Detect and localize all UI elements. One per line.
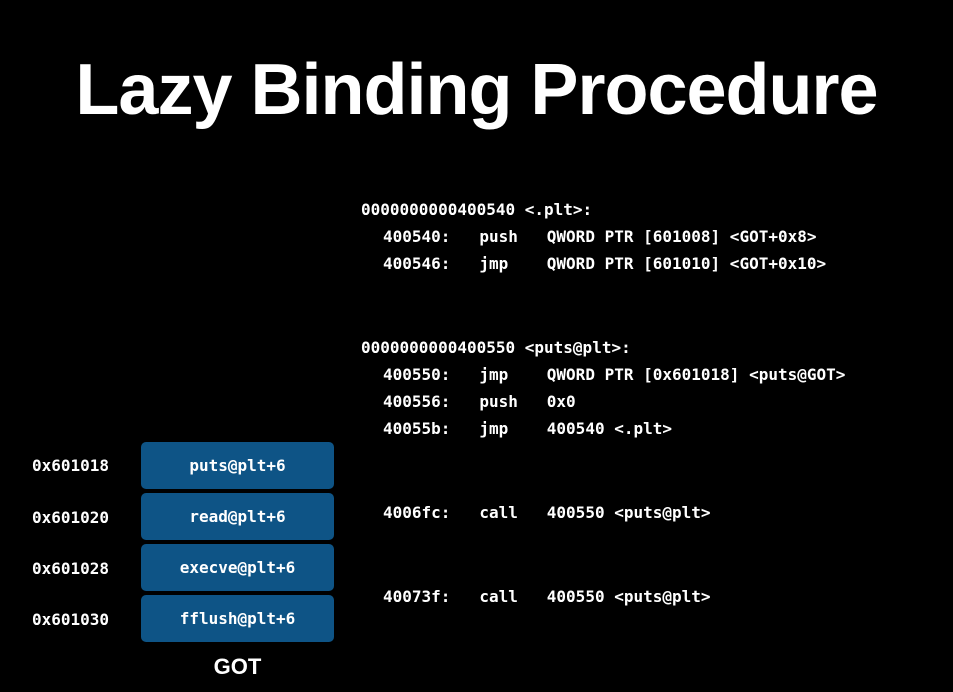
assembly-listing: 0000000000400540 <.plt>: 400540: push QW… xyxy=(361,196,845,606)
asm-address: 4006fc: xyxy=(383,503,451,522)
asm-opcode: push xyxy=(479,392,518,411)
asm-address: 40073f: xyxy=(383,587,451,606)
asm-call-line: 40073f: call 400550 <puts@plt> xyxy=(361,583,711,610)
asm-line: 400540: push QWORD PTR [601008] <GOT+0x8… xyxy=(361,223,817,250)
got-entry-cell: puts@plt+6 xyxy=(141,442,334,489)
asm-opcode: jmp xyxy=(479,365,509,384)
asm-address: 400556: xyxy=(383,392,451,411)
asm-operands: 0x0 xyxy=(546,392,576,411)
asm-operands: 400550 <puts@plt> xyxy=(546,503,711,522)
got-entry-address: 0x601018 xyxy=(32,456,110,475)
asm-operands: 400550 <puts@plt> xyxy=(546,587,711,606)
asm-address: 400550: xyxy=(383,365,451,384)
asm-call-line: 4006fc: call 400550 <puts@plt> xyxy=(361,499,711,526)
asm-operands: QWORD PTR [601008] <GOT+0x8> xyxy=(546,227,817,246)
asm-line: 400550: jmp QWORD PTR [0x601018] <puts@G… xyxy=(361,361,845,388)
plt-section-header: 0000000000400540 <.plt>: xyxy=(361,200,593,219)
got-entry-cell: fflush@plt+6 xyxy=(141,595,334,642)
asm-address: 400546: xyxy=(383,254,451,273)
asm-line: 400556: push 0x0 xyxy=(361,388,576,415)
asm-address: 40055b: xyxy=(383,419,451,438)
asm-opcode: call xyxy=(479,587,518,606)
asm-line: 400546: jmp QWORD PTR [601010] <GOT+0x10… xyxy=(361,250,826,277)
asm-opcode: jmp xyxy=(479,254,509,273)
got-entry-cell: read@plt+6 xyxy=(141,493,334,540)
got-entry-address: 0x601028 xyxy=(32,559,110,578)
asm-opcode: call xyxy=(479,503,518,522)
asm-operands: QWORD PTR [601010] <GOT+0x10> xyxy=(546,254,827,273)
asm-operands: 400540 <.plt> xyxy=(546,419,673,438)
got-entry-address: 0x601020 xyxy=(32,508,110,527)
asm-address: 400540: xyxy=(383,227,451,246)
slide-title: Lazy Binding Procedure xyxy=(75,50,878,130)
puts-plt-section-header: 0000000000400550 <puts@plt>: xyxy=(361,338,631,357)
got-entry-cell: execve@plt+6 xyxy=(141,544,334,591)
asm-line: 40055b: jmp 400540 <.plt> xyxy=(361,415,672,442)
asm-opcode: push xyxy=(479,227,518,246)
asm-operands: QWORD PTR [0x601018] <puts@GOT> xyxy=(546,365,846,384)
asm-opcode: jmp xyxy=(479,419,509,438)
got-entry-address: 0x601030 xyxy=(32,610,110,629)
got-label: GOT xyxy=(213,654,262,679)
